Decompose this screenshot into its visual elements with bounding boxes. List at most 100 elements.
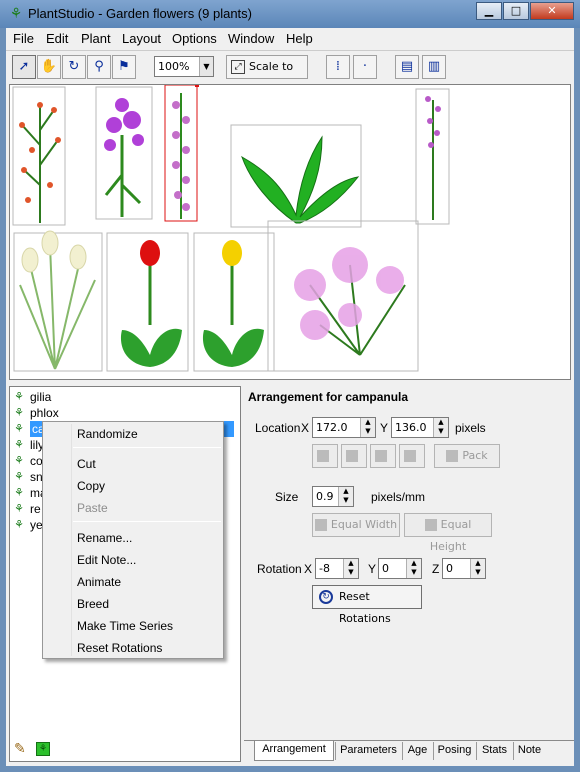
app-window: ⚘ PlantStudio - Garden flowers (9 plants… — [0, 0, 580, 772]
spin-arrows-icon[interactable]: ▲ ▼ — [470, 559, 485, 578]
rotation-y-input[interactable]: 0 ▲ ▼ — [378, 558, 422, 579]
minimize-button[interactable]: ▁ — [476, 2, 502, 20]
panel-title: Arrangement for campanula — [248, 390, 409, 404]
plant-status-icon[interactable]: ⚘ — [36, 742, 50, 756]
menu-layout[interactable]: Layout — [122, 31, 161, 46]
show-boxes-icon[interactable]: ⁞ — [326, 55, 350, 79]
spin-arrows-icon[interactable]: ▲ ▼ — [433, 418, 448, 437]
pack-button: Pack — [434, 444, 500, 468]
menu-item-breed[interactable]: Breed — [77, 594, 109, 614]
size-input[interactable]: 0.9 ▲ ▼ — [312, 486, 354, 507]
plant-lily[interactable] — [230, 124, 362, 228]
plant-canvas[interactable] — [9, 84, 571, 380]
menu-item-cut[interactable]: Cut — [77, 454, 96, 474]
plant-icon: ⚘ — [14, 423, 24, 435]
single-point-icon[interactable]: · — [353, 55, 377, 79]
size-label: Size — [275, 490, 299, 504]
menu-edit[interactable]: Edit — [46, 31, 68, 46]
title-bar[interactable]: ⚘ PlantStudio - Garden flowers (9 plants… — [0, 0, 580, 28]
plant-phlox[interactable] — [95, 86, 153, 220]
rotation-z-input[interactable]: 0 ▲ ▼ — [442, 558, 486, 579]
menu-separator — [73, 521, 221, 522]
list-item[interactable]: ⚘ gilia — [12, 389, 237, 405]
location-x-input[interactable]: 172.0 ▲ ▼ — [312, 417, 376, 438]
scale-to-fit-button[interactable]: ⤢ Scale to Fit — [226, 55, 308, 95]
tab-posing[interactable]: Posing — [433, 742, 475, 760]
menu-item-edit-note[interactable]: Edit Note... — [77, 550, 136, 570]
plant-gilia[interactable] — [12, 86, 66, 226]
align-bottom-button — [341, 444, 367, 468]
tab-arrangement[interactable]: Arrangement — [254, 741, 334, 761]
equal-width-button: Equal Width — [312, 513, 400, 537]
maximize-button[interactable]: □ — [503, 2, 529, 20]
tab-parameters[interactable]: Parameters — [335, 742, 401, 760]
location-label: Location — [255, 421, 301, 435]
equal-height-icon — [424, 519, 437, 531]
plant-icon: ⚘ — [14, 471, 24, 483]
align-right-icon — [404, 450, 416, 462]
plant-snapdragon[interactable] — [13, 230, 103, 372]
posing-flag-icon[interactable]: ⚑ — [112, 55, 136, 79]
arrangement-panel: Arrangement for campanula Location X 172… — [244, 386, 574, 762]
spin-arrows-icon[interactable]: ▲ ▼ — [406, 559, 421, 578]
close-button[interactable]: ✕ — [530, 2, 574, 20]
rotate-icon[interactable]: ↻ — [62, 55, 86, 79]
plant-columbine[interactable] — [415, 88, 450, 225]
spin-arrows-icon[interactable]: ▲ ▼ — [360, 418, 375, 437]
toolbar: ➚ ✋ ↻ ⚲ ⚑ 100% ▼ ⤢ Scale to Fit ⁞ · ▤ ▥ — [6, 50, 574, 95]
menu-item-paste: Paste — [77, 501, 108, 515]
spin-arrows-icon[interactable]: ▲ ▼ — [343, 559, 358, 578]
magnifier-icon[interactable]: ⚲ — [87, 55, 111, 79]
equal-width-icon — [314, 519, 327, 531]
menu-bar: File Edit Plant Layout Options Window He… — [6, 28, 574, 50]
equal-height-button: Equal Height — [404, 513, 492, 553]
arrow-cursor-icon[interactable]: ➚ — [12, 55, 36, 79]
menu-help[interactable]: Help — [286, 31, 313, 46]
plant-icon: ⚘ — [14, 503, 24, 515]
size-unit-label: pixels/mm — [371, 490, 426, 504]
rotation-x-label: X — [304, 562, 313, 576]
align-left-icon — [375, 450, 387, 462]
spin-arrows-icon[interactable]: ▲ ▼ — [338, 487, 353, 506]
tab-age[interactable]: Age — [402, 742, 432, 760]
layout-vertical-icon[interactable]: ▥ — [422, 55, 446, 79]
menu-plant[interactable]: Plant — [81, 31, 111, 46]
chevron-down-icon[interactable]: ▼ — [199, 57, 213, 76]
menu-window[interactable]: Window — [228, 31, 274, 46]
rotation-y-label: Y — [368, 562, 377, 576]
hand-icon[interactable]: ✋ — [37, 55, 61, 79]
tab-note[interactable]: Note — [513, 742, 545, 760]
align-top-button — [312, 444, 338, 468]
menu-file[interactable]: File — [13, 31, 34, 46]
menu-separator — [73, 447, 221, 448]
menu-item-reset-rotations[interactable]: Reset Rotations — [77, 638, 162, 658]
plant-marigold[interactable] — [267, 220, 419, 372]
layout-horizontal-icon[interactable]: ▤ — [395, 55, 419, 79]
pencil-icon[interactable]: ✎ — [14, 741, 26, 757]
align-top-icon — [317, 450, 329, 462]
plant-icon: ⚘ — [14, 519, 24, 531]
align-right-button — [399, 444, 425, 468]
plant-campanula[interactable] — [164, 85, 199, 222]
list-item[interactable]: ⚘ phlox — [12, 405, 237, 421]
client-area: File Edit Plant Layout Options Window He… — [6, 28, 574, 766]
pack-icon — [446, 450, 459, 462]
plant-yellow-tulip[interactable] — [193, 232, 275, 372]
menu-item-make-time-series[interactable]: Make Time Series — [77, 616, 173, 636]
list-status-bar: ✎ ⚘ — [10, 739, 240, 761]
menu-item-animate[interactable]: Animate — [77, 572, 121, 592]
reset-rotations-button[interactable]: ↻ Reset Rotations — [312, 585, 422, 625]
reset-rotation-icon: ↻ — [319, 590, 333, 604]
tab-strip: Arrangement Parameters Age Posing Stats … — [244, 740, 574, 762]
menu-item-randomize[interactable]: Randomize — [77, 424, 138, 444]
window-title: PlantStudio - Garden flowers (9 plants) — [28, 6, 252, 21]
zoom-select[interactable]: 100% ▼ — [154, 56, 214, 77]
location-y-input[interactable]: 136.0 ▲ ▼ — [391, 417, 449, 438]
align-bottom-icon — [346, 450, 358, 462]
rotation-x-input[interactable]: -8 ▲ ▼ — [315, 558, 359, 579]
menu-item-copy[interactable]: Copy — [77, 476, 105, 496]
plant-red-tulip[interactable] — [106, 232, 189, 372]
menu-item-rename[interactable]: Rename... — [77, 528, 132, 548]
menu-options[interactable]: Options — [172, 31, 217, 46]
tab-stats[interactable]: Stats — [476, 742, 512, 760]
